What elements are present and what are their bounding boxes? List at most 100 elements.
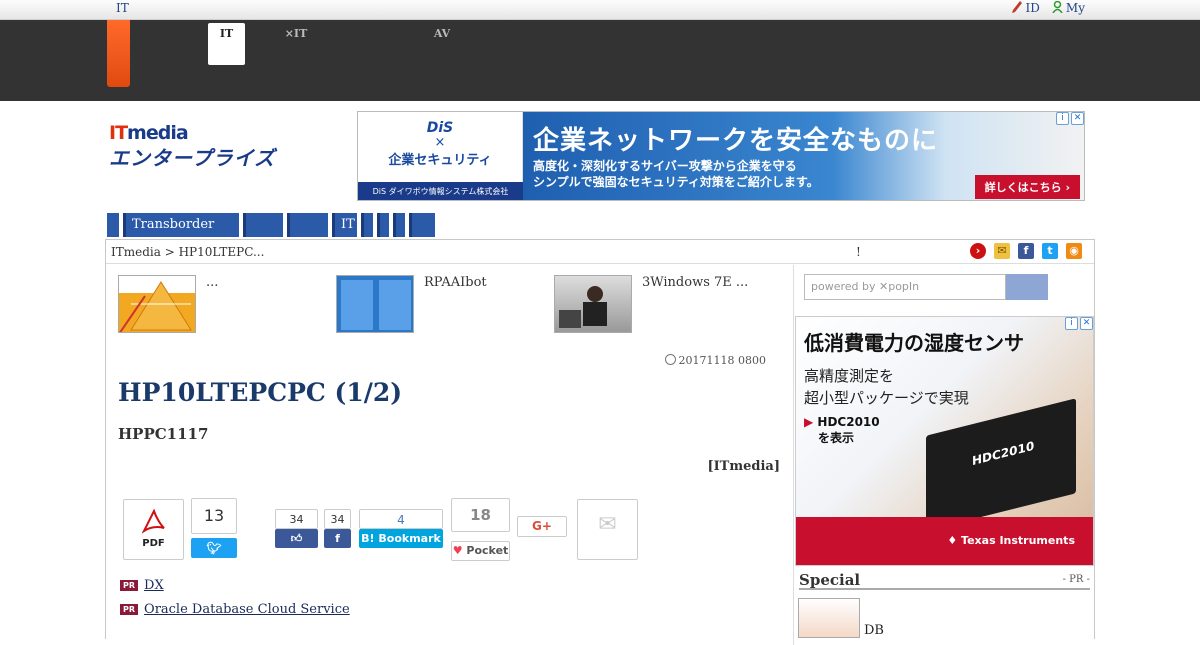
document-icon — [341, 280, 411, 330]
breadcrumb-home[interactable]: ITmedia — [111, 245, 161, 259]
pr-link[interactable]: DX — [144, 578, 164, 593]
thumbs-up-icon: 👍︎ — [290, 532, 303, 545]
ad-choices[interactable]: i ✕ — [1065, 317, 1093, 330]
subnav-item-2[interactable] — [243, 213, 283, 237]
ad-cta-button[interactable]: 詳しくはこちら › — [974, 175, 1080, 199]
subnav-item-8[interactable] — [409, 213, 435, 237]
search-input[interactable]: powered by ✕popIn — [804, 274, 1006, 300]
related-item[interactable]: ... — [118, 275, 218, 333]
play-icon: ▶ — [804, 415, 818, 429]
hatena-b-icon: B! — [361, 532, 379, 545]
fb-share-count: 34 — [324, 509, 351, 529]
nav-tab-line2: IT — [219, 27, 234, 40]
subnav-item-5[interactable] — [361, 213, 373, 237]
related-title: RPAAIbot — [424, 275, 487, 290]
pr-badge: PR — [120, 603, 139, 615]
ad-info-icon[interactable]: i — [1065, 317, 1078, 330]
sidebar: powered by ✕popIn 低消費電力の湿度センサ 高精度測定を 超小型… — [795, 265, 1094, 645]
fb-share-button[interactable]: f — [324, 529, 351, 548]
pr-link[interactable]: Oracle Database Cloud Service — [144, 602, 350, 617]
subnav-item-7[interactable] — [393, 213, 405, 237]
global-nav-bar — [0, 20, 1200, 101]
article-title: HP10LTEPCPC (1/2) — [118, 378, 403, 407]
arrow-right-icon[interactable]: › — [970, 243, 986, 259]
facebook-icon: f — [335, 532, 340, 545]
pr-link-row: PR Oracle Database Cloud Service — [120, 597, 350, 621]
related-thumb — [118, 275, 196, 333]
pocket-count: 18 — [451, 498, 510, 532]
twitter-icon[interactable]: t — [1042, 243, 1058, 259]
ad-close-icon[interactable]: ✕ — [1080, 317, 1093, 330]
ad-choices[interactable]: i ✕ — [1056, 112, 1084, 125]
logo-it: ITmedia — [109, 122, 189, 144]
site-brand-link[interactable]: IT — [116, 1, 129, 15]
related-item[interactable]: 3Windows 7E ... — [554, 275, 748, 333]
rss-icon[interactable]: ◉ — [1066, 243, 1082, 259]
id-link-label: ID — [1025, 1, 1040, 15]
breadcrumb-sep: > — [160, 245, 179, 259]
breadcrumb-marker: ! — [856, 245, 861, 259]
pyramid-icon — [119, 281, 192, 332]
breadcrumb: ITmedia > HP10LTEPC... ! › ✉ f t ◉ — [106, 240, 1094, 264]
special-header: Special - PR - — [799, 570, 1090, 590]
site-logo[interactable]: ITmedia エンタープライズ — [109, 122, 314, 172]
gplus-button[interactable]: G+ — [517, 516, 567, 537]
special-pr: - PR - — [1062, 574, 1090, 585]
ad-x: × — [434, 135, 446, 150]
my-link-label: My — [1065, 1, 1085, 15]
user-icon — [1052, 1, 1063, 13]
related-thumb — [336, 275, 414, 333]
social-icons: › ✉ f t ◉ — [970, 243, 1082, 259]
article-source: [ITmedia] — [707, 459, 780, 474]
mail-icon[interactable]: ✉ — [994, 243, 1010, 259]
subnav-item-0[interactable] — [107, 213, 119, 237]
sensor-chip-image: HDC2010 — [926, 398, 1076, 531]
tweet-count: 13 — [191, 498, 237, 534]
mail-share-button[interactable]: ✉ — [577, 499, 638, 560]
pdf-button[interactable]: PDF — [123, 499, 184, 560]
special-title: Special — [799, 571, 861, 589]
related-thumb — [554, 275, 632, 333]
pocket-button[interactable]: ♥ Pocket — [451, 541, 510, 561]
related-title: ... — [206, 275, 219, 290]
subnav-item-3[interactable] — [287, 213, 328, 237]
user-links: ID My — [1011, 1, 1085, 15]
ad-close-icon[interactable]: ✕ — [1071, 112, 1084, 125]
pr-link-row: PR DX — [120, 573, 350, 597]
orange-brand-tab[interactable] — [107, 20, 130, 87]
hatena-bookmark-button[interactable]: B! Bookmark — [359, 529, 443, 548]
subnav-item-transborder[interactable]: Transborder — [123, 213, 239, 237]
ad-corp: DiS ダイワボウ情報システム株式会社 — [358, 182, 523, 200]
sidebar-ad[interactable]: 低消費電力の湿度センサ 高精度測定を 超小型パッケージで実現 ▶ HDC2010… — [795, 316, 1094, 566]
top-banner-ad[interactable]: DiS × 企業セキュリティ DiS ダイワボウ情報システム株式会社 企業ネット… — [357, 111, 1085, 201]
my-link[interactable]: My — [1052, 1, 1085, 15]
sidebar-ad-subtext: 高精度測定を 超小型パッケージで実現 — [804, 367, 969, 407]
ad-subtext: 高度化・深刻化するサイバー攻撃から企業を守る シンプルで強固なセキュリティ対策を… — [533, 159, 819, 189]
fb-like-count: 34 — [275, 509, 318, 529]
texas-instruments-logo: ♦ Texas Instruments — [796, 517, 1093, 565]
content-frame: ITmedia > HP10LTEPC... ! › ✉ f t ◉ ... R… — [105, 239, 1095, 645]
facebook-icon[interactable]: f — [1018, 243, 1034, 259]
subnav-item-6[interactable] — [377, 213, 389, 237]
special-item[interactable]: DB — [798, 598, 884, 638]
fb-like-button[interactable]: 👍︎ — [275, 529, 318, 548]
twitter-bird-icon: 🐦︎ — [206, 541, 222, 555]
pdf-label: PDF — [142, 538, 165, 549]
nav-tab-line1: AV — [433, 27, 451, 40]
nav-tab-av[interactable]: AV — [426, 27, 458, 41]
breadcrumb-current: HP10LTEPC... — [178, 245, 265, 259]
publish-date: 20171118 0800 — [664, 354, 766, 367]
nav-tab-x-it[interactable]: ×IT — [280, 27, 312, 41]
nav-tab-it[interactable]: IT — [208, 23, 245, 65]
category-subnav: Transborder IT — [107, 213, 435, 237]
subnav-item-it[interactable]: IT — [332, 213, 357, 237]
search-button[interactable] — [1006, 274, 1048, 300]
tweet-button[interactable]: 🐦︎ — [191, 538, 237, 558]
pr-links: PR DX PR Oracle Database Cloud Service — [120, 573, 350, 621]
ad-info-icon[interactable]: i — [1056, 112, 1069, 125]
id-link[interactable]: ID — [1011, 1, 1040, 15]
sidebar-ad-headline: 低消費電力の湿度センサ — [804, 331, 1024, 355]
sidebar-ad-cta[interactable]: ▶ HDC2010 を表示 — [804, 414, 880, 446]
ad-left-panel: DiS × 企業セキュリティ DiS ダイワボウ情報システム株式会社 — [358, 112, 523, 200]
related-item[interactable]: RPAAIbot — [336, 275, 487, 333]
